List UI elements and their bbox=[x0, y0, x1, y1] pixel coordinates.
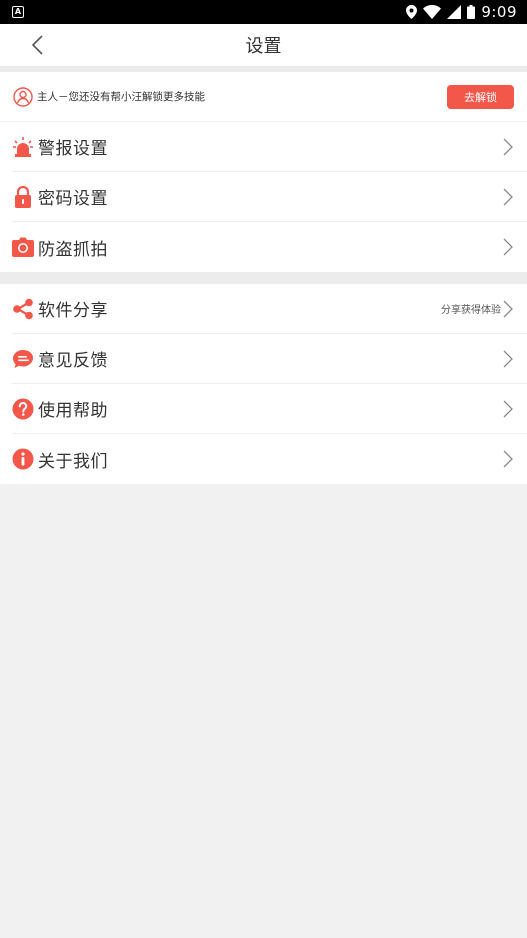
unlock-button[interactable]: 去解锁 bbox=[447, 84, 514, 109]
lock-icon bbox=[12, 185, 34, 208]
settings-item-label: 密码设置 bbox=[38, 189, 108, 209]
back-button[interactable] bbox=[24, 32, 50, 58]
settings-item-label: 软件分享 bbox=[38, 301, 108, 321]
settings-item-share[interactable]: 软件分享 分享获得体验 bbox=[12, 284, 527, 334]
camera-icon bbox=[12, 236, 34, 258]
settings-section-1: 主人－您还没有帮小汪解锁更多技能 去解锁 警报设置 密码设置 防盗抓拍 bbox=[0, 72, 527, 272]
chevron-right-icon bbox=[503, 450, 513, 468]
share-icon bbox=[12, 298, 34, 320]
chevron-right-icon bbox=[503, 238, 513, 256]
settings-item-label: 警报设置 bbox=[38, 139, 108, 159]
chevron-left-icon bbox=[31, 35, 43, 55]
settings-item-alarm[interactable]: 警报设置 bbox=[12, 122, 527, 172]
alarm-light-icon bbox=[12, 136, 34, 158]
settings-item-label: 防盗抓拍 bbox=[38, 239, 108, 260]
share-hint-text: 分享获得体验 bbox=[441, 305, 501, 316]
app-badge-text: A bbox=[14, 7, 22, 16]
app-notification-icon: A bbox=[12, 6, 24, 18]
location-icon bbox=[406, 5, 418, 19]
page-title: 设置 bbox=[245, 36, 282, 57]
section-divider bbox=[0, 272, 527, 284]
settings-item-feedback[interactable]: 意见反馈 bbox=[12, 334, 527, 384]
chevron-right-icon bbox=[503, 188, 513, 205]
settings-item-help[interactable]: 使用帮助 bbox=[12, 384, 527, 434]
user-icon bbox=[13, 86, 33, 107]
settings-item-label: 关于我们 bbox=[38, 451, 108, 472]
settings-item-about[interactable]: 关于我们 bbox=[12, 434, 527, 484]
settings-item-label: 意见反馈 bbox=[38, 351, 108, 371]
chevron-right-icon bbox=[503, 350, 513, 367]
settings-section-2: 软件分享 分享获得体验 意见反馈 使用帮助 关于我们 bbox=[0, 284, 527, 484]
status-time: 9:09 bbox=[481, 3, 517, 21]
info-icon bbox=[12, 448, 34, 470]
battery-icon bbox=[467, 5, 476, 19]
unlock-notice: 主人－您还没有帮小汪解锁更多技能 去解锁 bbox=[0, 72, 527, 122]
chat-bubble-icon bbox=[12, 348, 34, 370]
settings-item-label: 使用帮助 bbox=[38, 401, 108, 421]
chevron-right-icon bbox=[503, 400, 513, 417]
signal-icon bbox=[447, 5, 462, 19]
chevron-right-icon bbox=[503, 300, 513, 317]
chevron-right-icon bbox=[503, 138, 513, 155]
empty-background bbox=[0, 484, 527, 938]
wifi-icon bbox=[423, 5, 442, 19]
settings-item-password[interactable]: 密码设置 bbox=[12, 172, 527, 222]
status-bar: A 9:09 bbox=[0, 0, 527, 24]
settings-item-anti-theft-capture[interactable]: 防盗抓拍 bbox=[12, 222, 527, 272]
help-icon bbox=[12, 398, 34, 420]
notice-text: 主人－您还没有帮小汪解锁更多技能 bbox=[37, 91, 205, 103]
nav-bar: 设置 bbox=[0, 24, 527, 67]
